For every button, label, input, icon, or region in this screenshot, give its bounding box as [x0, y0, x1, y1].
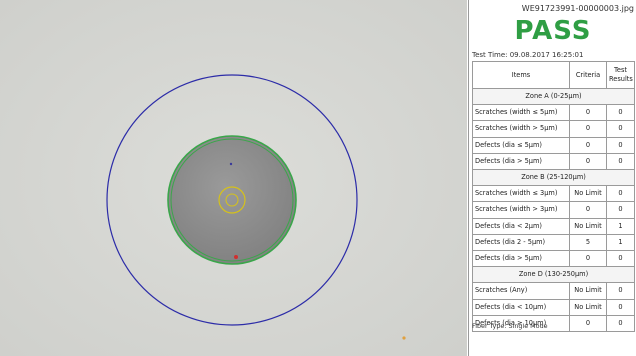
- result-cell: 0: [606, 250, 635, 268]
- table-row: Defects (dia < 2µm) No Limit 1: [472, 217, 635, 235]
- table-row: Defects (dia 2 - 5µm) 5 1: [472, 233, 635, 252]
- item-cell: Defects (dia > 5µm): [472, 152, 570, 171]
- inspection-window: WE91723991-00000003.jpg PASS Test Time: …: [0, 0, 636, 356]
- item-cell: Defects (dia 2 - 5µm): [472, 233, 570, 252]
- pass-status: PASS: [514, 16, 592, 46]
- table-row: Scratches (Any) No Limit 0: [472, 282, 635, 300]
- fiber-endface-view: [0, 0, 467, 356]
- result-cell: 0: [606, 282, 635, 300]
- zone-a-row: Zone A (0-25µm): [472, 87, 635, 106]
- zone-label: Zone D (130-250µm): [472, 266, 635, 284]
- table-row: Scratches (width ≤ 3µm) No Limit 0: [472, 185, 635, 203]
- table-header-row: Items Criteria Test Results: [472, 61, 635, 89]
- result-cell: 0: [606, 201, 635, 219]
- result-cell: 0: [606, 120, 635, 138]
- result-cell: 0: [606, 104, 635, 122]
- item-cell: Scratches (width ≤ 3µm): [472, 185, 570, 203]
- criteria-cell: 0: [569, 201, 607, 219]
- criteria-cell: 0: [569, 136, 607, 154]
- table-row: Scratches (width ≤ 5µm) 0 0: [472, 104, 635, 122]
- header-criteria: Criteria: [569, 61, 607, 89]
- table-row: Defects (dia > 5µm) 0 0: [472, 152, 635, 171]
- item-cell: Scratches (width > 3µm): [472, 201, 570, 219]
- criteria-table: Items Criteria Test Results Zone A (0-25…: [472, 61, 635, 333]
- defect-marker-small: [229, 162, 233, 166]
- criteria-cell: 0: [569, 314, 607, 333]
- table-row: Defects (dia > 5µm) 0 0: [472, 250, 635, 268]
- result-cell: 1: [606, 217, 635, 235]
- results-panel: WE91723991-00000003.jpg PASS Test Time: …: [468, 0, 636, 356]
- item-cell: Defects (dia < 10µm): [472, 298, 570, 316]
- item-cell: Scratches (width ≤ 5µm): [472, 104, 570, 122]
- table-row: Scratches (width > 3µm) 0 0: [472, 201, 635, 219]
- cladding-region: [167, 135, 297, 265]
- criteria-cell: No Limit: [569, 185, 607, 203]
- header-results: Test Results: [606, 61, 635, 89]
- result-cell: 0: [606, 136, 635, 154]
- criteria-cell: 0: [569, 120, 607, 138]
- item-cell: Defects (dia > 5µm): [472, 250, 570, 268]
- criteria-cell: No Limit: [569, 298, 607, 316]
- result-cell: 0: [606, 314, 635, 333]
- criteria-cell: No Limit: [569, 282, 607, 300]
- debris-speck: [402, 336, 406, 340]
- header-items: Items: [472, 61, 570, 89]
- test-time: Test Time: 09.08.2017 16:25:01: [472, 51, 584, 59]
- criteria-cell: 5: [569, 233, 607, 252]
- result-cell: 1: [606, 233, 635, 252]
- criteria-cell: 0: [569, 104, 607, 122]
- item-cell: Defects (dia < 2µm): [472, 217, 570, 235]
- table-row: Scratches (width > 5µm) 0 0: [472, 120, 635, 138]
- result-cell: 0: [606, 152, 635, 171]
- table-row: Defects (dia ≤ 5µm) 0 0: [472, 136, 635, 154]
- result-cell: 0: [606, 298, 635, 316]
- table-row: Defects (dia < 10µm) No Limit 0: [472, 298, 635, 316]
- criteria-cell: 0: [569, 152, 607, 171]
- item-cell: Scratches (Any): [472, 282, 570, 300]
- defect-marker: [234, 255, 238, 259]
- criteria-cell: No Limit: [569, 217, 607, 235]
- result-cell: 0: [606, 185, 635, 203]
- zone-label: Zone A (0-25µm): [472, 87, 635, 106]
- criteria-cell: 0: [569, 250, 607, 268]
- zone-b-row: Zone B (25-120µm): [472, 169, 635, 187]
- fiber-type: Fiber Type: Single Mode: [472, 322, 548, 330]
- endface-image: [0, 0, 467, 356]
- zone-label: Zone B (25-120µm): [472, 169, 635, 187]
- file-name: WE91723991-00000003.jpg: [521, 4, 634, 13]
- zone-d-row: Zone D (130-250µm): [472, 266, 635, 284]
- item-cell: Scratches (width > 5µm): [472, 120, 570, 138]
- item-cell: Defects (dia ≤ 5µm): [472, 136, 570, 154]
